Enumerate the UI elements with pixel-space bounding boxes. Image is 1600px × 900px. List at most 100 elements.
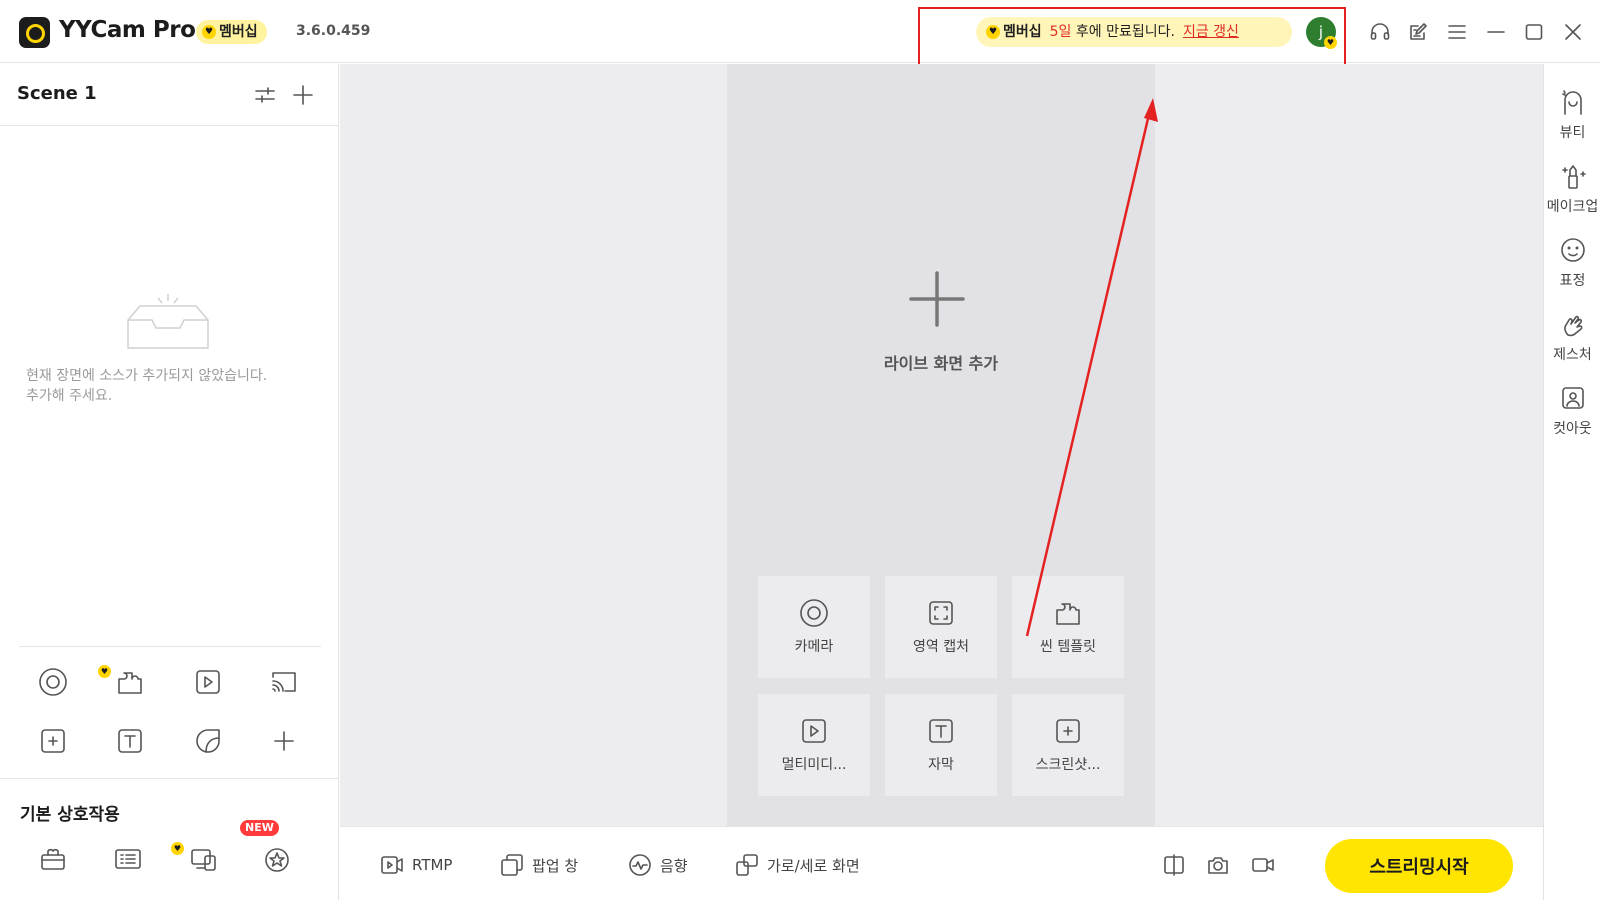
tile-label: 스크린샷... bbox=[1035, 757, 1101, 773]
cast-icon bbox=[272, 672, 296, 692]
headset-icon[interactable] bbox=[1367, 19, 1393, 45]
devices-icon bbox=[191, 849, 216, 871]
audio-label: 음향 bbox=[660, 856, 688, 875]
app-name: YYCam Pro bbox=[59, 17, 196, 43]
maximize-icon[interactable] bbox=[1521, 19, 1547, 45]
badge-star-button[interactable] bbox=[259, 841, 295, 877]
new-badge: NEW bbox=[240, 820, 279, 836]
empty-scene-message: 현재 장면에 소스가 추가되지 않았습니다. 추가해 주세요. bbox=[26, 366, 326, 406]
board-icon bbox=[115, 849, 141, 869]
tile-region-capture[interactable]: 영역 캡처 bbox=[885, 576, 997, 678]
divider bbox=[19, 646, 321, 647]
scene-template-source-button[interactable] bbox=[112, 664, 148, 700]
membership-label: 멤버십 bbox=[219, 24, 258, 40]
multimedia-icon bbox=[196, 670, 220, 694]
audio-icon bbox=[629, 854, 651, 876]
start-streaming-button[interactable]: 스트리밍시작 bbox=[1325, 839, 1513, 893]
membership-expiry-notice: ♥ 멤버십 5일 후에 만료됩니다. 지금 갱신 bbox=[976, 17, 1292, 47]
tile-screenshot[interactable]: 스크린샷... bbox=[1012, 694, 1124, 796]
gesture-icon bbox=[1563, 315, 1582, 337]
camera-source-button[interactable] bbox=[35, 664, 71, 700]
screenshot-source-button[interactable] bbox=[35, 723, 71, 759]
tile-label: 자막 bbox=[928, 757, 954, 773]
scene-header: Scene 1 bbox=[0, 64, 338, 126]
record-video-icon[interactable] bbox=[1251, 853, 1275, 877]
board-button[interactable] bbox=[110, 841, 146, 877]
gift-button[interactable] bbox=[35, 841, 71, 877]
add-live-screen-icon[interactable] bbox=[909, 271, 965, 327]
version-label: 3.6.0.459 bbox=[296, 23, 371, 39]
tile-camera[interactable]: 카메라 bbox=[758, 576, 870, 678]
basic-interaction-title: 기본 상호작용 bbox=[20, 805, 120, 825]
text-icon bbox=[929, 719, 953, 743]
membership-badge[interactable]: ♥ 멤버십 bbox=[196, 20, 267, 44]
add-source-button[interactable] bbox=[266, 723, 302, 759]
rtmp-icon bbox=[381, 856, 403, 874]
makeup-label: 메이크업 bbox=[1546, 199, 1599, 215]
feedback-icon[interactable] bbox=[1405, 19, 1431, 45]
premium-heart-icon: ♥ bbox=[98, 665, 111, 678]
cutout-button[interactable]: 컷아웃 bbox=[1544, 384, 1600, 438]
preview-workspace: 라이브 화면 추가 카메라 영역 캡처 씬 템플릿 멀티미디... 자막 스크린… bbox=[340, 64, 1543, 826]
badge-star-icon bbox=[265, 848, 289, 872]
audio-button[interactable]: 음향 bbox=[628, 853, 688, 877]
text-icon bbox=[118, 729, 142, 753]
cast-source-button[interactable] bbox=[266, 664, 302, 700]
title-bar: YYCam Pro ♥ 멤버십 3.6.0.459 ♥ 멤버십 5일 후에 만료됩니다… bbox=[0, 0, 1600, 71]
devices-button[interactable] bbox=[186, 841, 222, 877]
tile-label: 카메라 bbox=[794, 639, 834, 655]
premium-heart-icon: ♥ bbox=[171, 842, 184, 855]
snapshot-camera-icon[interactable] bbox=[1206, 853, 1230, 877]
screenshot-icon bbox=[41, 729, 65, 753]
empty-line-2: 추가해 주세요. bbox=[26, 388, 113, 404]
gift-icon bbox=[41, 848, 65, 870]
avatar-heart-icon: ♥ bbox=[1324, 36, 1337, 49]
empty-box-icon bbox=[127, 294, 209, 349]
expression-label: 표정 bbox=[1559, 273, 1586, 289]
gesture-button[interactable]: 제스처 bbox=[1544, 310, 1600, 364]
tile-scene-template[interactable]: 씬 템플릿 bbox=[1012, 576, 1124, 678]
popup-window-button[interactable]: 팝업 창 bbox=[500, 853, 578, 877]
heart-icon: ♥ bbox=[202, 25, 216, 39]
gesture-label: 제스처 bbox=[1553, 347, 1592, 363]
renew-link[interactable]: 지금 갱신 bbox=[1183, 24, 1239, 40]
beauty-label: 뷰티 bbox=[1559, 125, 1586, 141]
tile-text[interactable]: 자막 bbox=[885, 694, 997, 796]
region-capture-icon bbox=[929, 601, 953, 625]
app-logo-icon bbox=[19, 17, 50, 48]
makeup-button[interactable]: 메이크업 bbox=[1544, 162, 1600, 216]
add-scene-icon[interactable] bbox=[285, 77, 321, 113]
tile-multimedia[interactable]: 멀티미디... bbox=[758, 694, 870, 796]
expression-button[interactable]: 표정 bbox=[1544, 236, 1600, 290]
minimize-icon[interactable] bbox=[1483, 19, 1509, 45]
live-stage: 라이브 화면 추가 카메라 영역 캡처 씬 템플릿 멀티미디... 자막 스크린… bbox=[727, 64, 1155, 826]
cutout-icon bbox=[1561, 387, 1584, 409]
rtmp-button[interactable]: RTMP bbox=[380, 853, 452, 877]
camera-icon bbox=[39, 668, 67, 696]
beauty-icon bbox=[1561, 90, 1582, 115]
rtmp-label: RTMP bbox=[412, 856, 453, 874]
orientation-icon bbox=[736, 854, 758, 876]
expression-icon bbox=[1560, 238, 1585, 262]
tile-label: 씬 템플릿 bbox=[1040, 639, 1096, 655]
popup-icon bbox=[501, 854, 523, 876]
empty-line-1: 현재 장면에 소스가 추가되지 않았습니다. bbox=[26, 368, 268, 384]
multimedia-source-button[interactable] bbox=[190, 664, 226, 700]
close-icon[interactable] bbox=[1560, 19, 1586, 45]
scene-template-icon bbox=[118, 672, 142, 694]
menu-icon[interactable] bbox=[1444, 19, 1470, 45]
scene-settings-icon[interactable] bbox=[247, 77, 283, 113]
split-view-icon[interactable] bbox=[1162, 853, 1186, 877]
text-source-button[interactable] bbox=[112, 723, 148, 759]
sticker-source-button[interactable] bbox=[190, 723, 226, 759]
beauty-button[interactable]: 뷰티 bbox=[1544, 88, 1600, 142]
add-live-screen-label[interactable]: 라이브 화면 추가 bbox=[727, 350, 1155, 374]
notice-days: 5일 bbox=[1049, 24, 1072, 40]
tile-label: 영역 캡처 bbox=[913, 639, 969, 655]
orientation-button[interactable]: 가로/세로 화면 bbox=[735, 853, 860, 877]
orientation-label: 가로/세로 화면 bbox=[767, 856, 860, 875]
makeup-icon bbox=[1561, 165, 1586, 189]
screenshot-icon bbox=[1056, 719, 1080, 743]
scene-title[interactable]: Scene 1 bbox=[17, 83, 97, 104]
divider bbox=[0, 778, 338, 779]
